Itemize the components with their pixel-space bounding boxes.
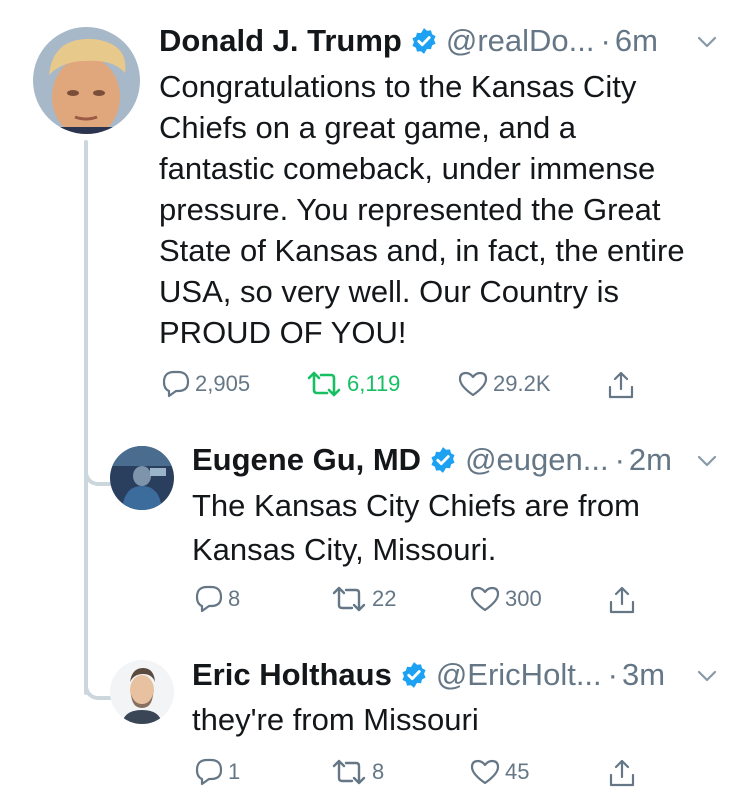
author-name[interactable]: Eugene Gu, MD [192, 441, 421, 479]
tweet-text-line: State of Kansas and, in fact, the entire [159, 233, 685, 268]
caret-down-icon[interactable] [697, 669, 717, 683]
separator-dot: · [600, 23, 611, 58]
reply-count: 1 [228, 759, 241, 784]
timestamp[interactable]: 2m [629, 441, 672, 479]
author-handle[interactable]: @eugen... [465, 441, 609, 479]
tweet-actions: 1 8 45 [0, 758, 750, 788]
share-button[interactable] [607, 758, 637, 788]
tweet-text-line: The Kansas City Chiefs are from [192, 488, 640, 523]
like-button[interactable]: 45 [469, 758, 529, 786]
tweet-actions: 8 22 300 [0, 585, 750, 615]
retweet-count: 8 [372, 759, 385, 784]
verified-badge-icon [431, 447, 455, 473]
caret-down-icon[interactable] [697, 454, 717, 468]
tweet-text-line: pressure. You represented the Great [159, 192, 661, 227]
tweet-text: Congratulations to the Kansas City Chief… [159, 66, 685, 353]
like-icon [470, 759, 500, 785]
author-name[interactable]: Donald J. Trump [159, 22, 402, 60]
separator-dot: · [614, 442, 625, 477]
tweet-text-line: they're from Missouri [192, 702, 479, 737]
tweet-text-line: fantastic comeback, under immense [159, 151, 656, 186]
retweet-button[interactable]: 8 [330, 758, 384, 786]
timestamp[interactable]: 6m [615, 22, 658, 60]
share-button[interactable] [606, 370, 636, 400]
retweet-count: 22 [372, 586, 397, 611]
tweet-text: The Kansas City Chiefs are from Kansas C… [192, 484, 640, 572]
reply-icon [195, 758, 223, 786]
like-count: 300 [505, 586, 542, 611]
tweet-text: they're from Missouri [192, 699, 479, 740]
timestamp[interactable]: 3m [622, 656, 665, 694]
retweet-count: 6,119 [347, 371, 401, 396]
share-button[interactable] [607, 585, 637, 615]
retweet-button[interactable]: 22 [330, 585, 396, 613]
reply-icon [162, 370, 190, 398]
retweet-icon [307, 371, 341, 397]
retweet-icon [332, 586, 366, 612]
author-handle[interactable]: @realDo... [446, 22, 595, 60]
reply-button[interactable]: 1 [194, 758, 240, 786]
like-icon [470, 586, 500, 612]
verified-badge-icon [402, 662, 426, 688]
reply-button[interactable]: 2,905 [161, 370, 250, 398]
like-button[interactable]: 29.2K [457, 370, 551, 398]
avatar[interactable] [110, 446, 174, 510]
tweet-actions: 2,905 6,119 29.2K [0, 370, 750, 400]
tweet-text-line: Congratulations to the Kansas City [159, 69, 637, 104]
like-count: 29.2K [493, 371, 551, 396]
separator-dot: · [607, 657, 618, 692]
avatar[interactable] [33, 27, 140, 134]
reply-button[interactable]: 8 [194, 585, 240, 613]
caret-down-icon[interactable] [697, 35, 717, 49]
retweet-button[interactable]: 6,119 [305, 370, 400, 398]
tweet-text-line: PROUD OF YOU! [159, 315, 407, 350]
tweet-text-line: Kansas City, Missouri. [192, 532, 497, 567]
tweet-text-line: USA, so very well. Our Country is [159, 274, 619, 309]
author-name[interactable]: Eric Holthaus [192, 656, 392, 694]
tweet-text-line: Chiefs on a great game, and a [159, 110, 577, 145]
share-icon [609, 759, 635, 787]
author-handle[interactable]: @EricHolt... [436, 656, 602, 694]
share-icon [608, 371, 634, 399]
retweet-icon [332, 759, 366, 785]
reply-icon [195, 585, 223, 613]
avatar[interactable] [110, 660, 174, 724]
like-button[interactable]: 300 [469, 585, 542, 613]
reply-count: 8 [228, 586, 241, 611]
verified-badge-icon [412, 28, 436, 54]
reply-count: 2,905 [195, 371, 251, 396]
like-count: 45 [505, 759, 530, 784]
share-icon [609, 586, 635, 614]
like-icon [458, 371, 488, 397]
